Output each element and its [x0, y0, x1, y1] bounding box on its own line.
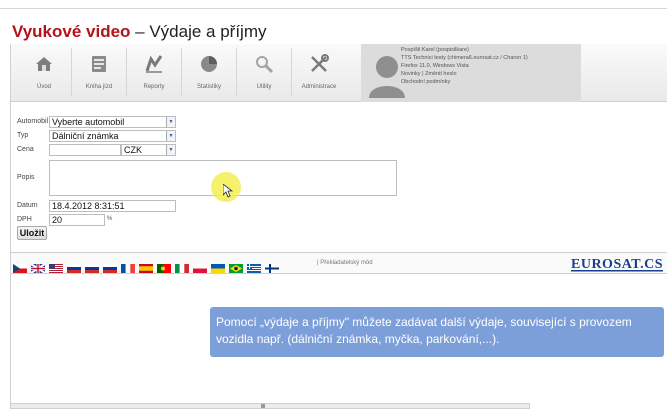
- flag-ru-icon[interactable]: [103, 260, 117, 273]
- toolbar-separator: [181, 48, 182, 96]
- flag-gr-icon[interactable]: [247, 260, 261, 273]
- reports-icon: [141, 51, 167, 77]
- flag-ua-icon[interactable]: [211, 260, 225, 273]
- flag-us-icon[interactable]: [49, 260, 63, 273]
- type-select[interactable]: Dálniční známka ▼: [49, 130, 176, 142]
- title-accent: Vyukové video: [12, 22, 131, 41]
- translation-mode-link[interactable]: | Překladatelský mód: [317, 260, 373, 266]
- eurosat-logo: EUROSAT.CS: [569, 254, 665, 274]
- save-button[interactable]: Uložit: [17, 226, 47, 240]
- toolbar-button-utility[interactable]: Utility: [239, 46, 289, 98]
- toolbar-label: Úvod: [36, 84, 51, 90]
- vehicle-value: Vyberte automobil: [52, 117, 125, 127]
- toolbar-separator: [291, 48, 292, 96]
- scrollbar-thumb[interactable]: [261, 404, 265, 408]
- flag-cz-icon[interactable]: [13, 260, 27, 273]
- home-icon: [31, 51, 57, 77]
- change-password-link[interactable]: Změnit heslo: [425, 71, 457, 77]
- vat-input[interactable]: 20: [49, 214, 105, 226]
- toolbar-separator: [71, 48, 72, 96]
- description-label: Popis: [17, 174, 35, 181]
- toolbar-label: Utility: [256, 84, 272, 90]
- administration-icon: [306, 51, 332, 77]
- toolbar-button-administration[interactable]: Administrace: [294, 46, 344, 98]
- toolbar-separator: [126, 48, 127, 96]
- toolbar-label: Administrace: [301, 84, 337, 90]
- logbook-icon: [86, 51, 112, 77]
- terms-link[interactable]: Obchodní podmínky: [401, 78, 528, 86]
- dropdown-arrow-icon: ▼: [166, 131, 175, 141]
- flag-pl-icon[interactable]: [193, 260, 207, 273]
- toolbar-button-statistics[interactable]: Statistiky: [184, 46, 234, 98]
- toolbar-label: Statistiky: [196, 84, 221, 90]
- user-panel: Pospíšil Karel (pospisilkare) TTS Techni…: [361, 44, 581, 102]
- currency-select[interactable]: CZK ▼: [121, 144, 176, 156]
- statistics-icon: [196, 51, 222, 77]
- vehicle-label: Automobil: [17, 118, 49, 125]
- expense-form: Automobil Vyberte automobil ▼ Typ Dálnič…: [11, 104, 667, 250]
- page-title: Vyukové video – Výdaje a příjmy: [12, 22, 266, 42]
- mouse-cursor-icon: [222, 183, 234, 198]
- user-info: Pospíšil Karel (pospisilkare) TTS Techni…: [401, 46, 528, 86]
- flag-pt-icon[interactable]: [157, 260, 171, 273]
- toolbar-button-reports[interactable]: Reporty: [129, 46, 179, 98]
- user-name: Pospíšil Karel (pospisilkare): [401, 47, 469, 53]
- vat-label: DPH: [17, 216, 32, 223]
- language-bar: | Překladatelský mód EUROSAT.CS: [11, 252, 667, 274]
- price-input[interactable]: [49, 144, 121, 156]
- vat-unit: %: [107, 216, 113, 222]
- date-input[interactable]: 18.4.2012 8:31:51: [49, 200, 176, 212]
- flag-fi-icon[interactable]: [265, 260, 279, 273]
- flag-br-icon[interactable]: [229, 260, 243, 273]
- vehicle-select[interactable]: Vyberte automobil ▼: [49, 116, 176, 128]
- tutorial-callout: Pomocí „výdaje a příjmy" můžete zadávat …: [210, 307, 664, 357]
- toolbar-separator: [236, 48, 237, 96]
- link-separator: |: [422, 71, 424, 77]
- flag-ru-icon[interactable]: [67, 260, 81, 273]
- flag-ru-icon[interactable]: [85, 260, 99, 273]
- flag-it-icon[interactable]: [175, 260, 189, 273]
- toolbar-label: Reporty: [143, 84, 165, 90]
- user-browser: Firefox 11.0, Windows Vista: [401, 63, 469, 69]
- date-label: Datum: [17, 202, 38, 209]
- flag-fr-icon[interactable]: [121, 260, 135, 273]
- price-label: Cena: [17, 146, 34, 153]
- flag-es-icon[interactable]: [139, 260, 153, 273]
- title-rest: – Výdaje a příjmy: [130, 22, 267, 41]
- horizontal-scrollbar[interactable]: [10, 403, 530, 409]
- toolbar-button-home[interactable]: Úvod: [19, 46, 69, 98]
- utility-icon: [251, 51, 277, 77]
- flag-gb-icon[interactable]: [30, 260, 46, 274]
- main-toolbar: Úvod Kniha jízd Reporty Statistiky Utili…: [11, 44, 667, 102]
- user-company: TTS Technici testy (chimera6.eurosat.cz …: [401, 55, 528, 61]
- toolbar-button-logbook[interactable]: Kniha jízd: [74, 46, 124, 98]
- type-label: Typ: [17, 132, 29, 139]
- dropdown-arrow-icon: ▼: [166, 145, 175, 155]
- dropdown-arrow-icon: ▼: [166, 117, 175, 127]
- currency-value: CZK: [124, 145, 142, 155]
- user-links: Novinky | Změnit heslo: [401, 70, 528, 78]
- news-link[interactable]: Novinky: [401, 71, 421, 77]
- top-divider: [0, 8, 667, 9]
- toolbar-label: Kniha jízd: [85, 84, 113, 90]
- logo-text: EUROSAT.CS: [571, 257, 663, 272]
- type-value: Dálniční známka: [52, 131, 119, 141]
